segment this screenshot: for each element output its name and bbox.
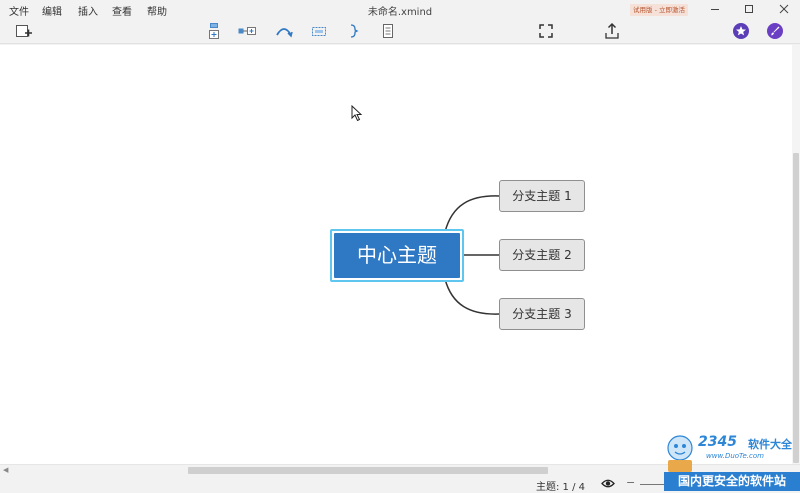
eye-icon[interactable] — [601, 478, 615, 489]
watermark-brand-suffix: 软件大全 — [748, 438, 792, 451]
scroll-left-arrow-icon[interactable]: ◀ — [3, 465, 8, 475]
boundary-icon — [312, 27, 326, 36]
connector-line-1 — [444, 195, 500, 233]
notes-button[interactable] — [378, 21, 398, 41]
summary-button[interactable] — [344, 21, 364, 41]
menu-file[interactable]: 文件 — [9, 3, 29, 18]
maximize-button[interactable] — [738, 1, 760, 17]
fullscreen-button[interactable] — [536, 21, 556, 41]
menu-help[interactable]: 帮助 — [147, 3, 167, 18]
brush-icon — [767, 23, 783, 39]
relationship-button[interactable] — [274, 21, 294, 41]
connector-line-3 — [444, 278, 500, 315]
central-topic[interactable]: 中心主题 — [330, 229, 464, 282]
vertical-scrollbar[interactable] — [792, 45, 800, 464]
trial-activate-badge[interactable]: 试用版 - 立即激活 — [630, 4, 688, 16]
mascot-logo-icon — [667, 435, 693, 472]
star-icon — [733, 23, 749, 39]
new-sheet-button[interactable] — [14, 21, 34, 41]
relationship-icon — [276, 28, 293, 38]
insert-topic-icon — [209, 23, 219, 39]
menu-edit[interactable]: 编辑 — [42, 3, 62, 18]
menu-view[interactable]: 查看 — [112, 3, 132, 18]
notes-icon — [383, 24, 393, 38]
insert-subtopic-button[interactable] — [237, 21, 257, 41]
boundary-button[interactable] — [309, 21, 329, 41]
xmind-window: 文件 编辑 插入 查看 帮助 未命名.xmind 试用版 - 立即激活 中心主题… — [0, 0, 800, 493]
watermark-brand: 2345 — [698, 434, 737, 450]
share-export-icon — [605, 22, 619, 39]
subtopic-2[interactable]: 分支主题 2 — [499, 239, 585, 271]
fullscreen-icon — [539, 24, 553, 38]
toolbar — [0, 18, 800, 44]
horizontal-scroll-thumb[interactable] — [188, 467, 548, 474]
summary-icon — [350, 24, 359, 38]
vertical-scroll-thumb[interactable] — [793, 153, 799, 463]
watermark-url: www.DuoTe.com — [706, 452, 764, 460]
document-title: 未命名.xmind — [367, 7, 433, 18]
share-export-button[interactable] — [602, 21, 622, 41]
minimize-button[interactable] — [704, 1, 726, 17]
mouse-cursor-icon — [351, 105, 363, 122]
favorites-button[interactable] — [731, 21, 751, 41]
insert-topic-button[interactable] — [204, 21, 224, 41]
watermark: 2345 软件大全 www.DuoTe.com 国内更安全的软件站 — [660, 430, 800, 493]
maximize-icon — [745, 5, 753, 13]
watermark-slogan: 国内更安全的软件站 — [664, 472, 800, 491]
zoom-out-button[interactable]: − — [626, 476, 635, 489]
title-bar: 文件 编辑 插入 查看 帮助 未命名.xmind 试用版 - 立即激活 — [0, 0, 800, 18]
insert-subtopic-icon — [238, 27, 256, 35]
topic-count: 主题: 1 / 4 — [536, 482, 585, 493]
new-sheet-icon — [16, 25, 32, 37]
minimize-icon — [711, 9, 719, 10]
central-topic-label: 中心主题 — [334, 233, 460, 278]
menu-insert[interactable]: 插入 — [78, 3, 98, 18]
subtopic-3[interactable]: 分支主题 3 — [499, 298, 585, 330]
close-button[interactable] — [773, 1, 795, 17]
subtopic-1[interactable]: 分支主题 1 — [499, 180, 585, 212]
format-style-button[interactable] — [765, 21, 785, 41]
close-icon — [779, 4, 789, 14]
